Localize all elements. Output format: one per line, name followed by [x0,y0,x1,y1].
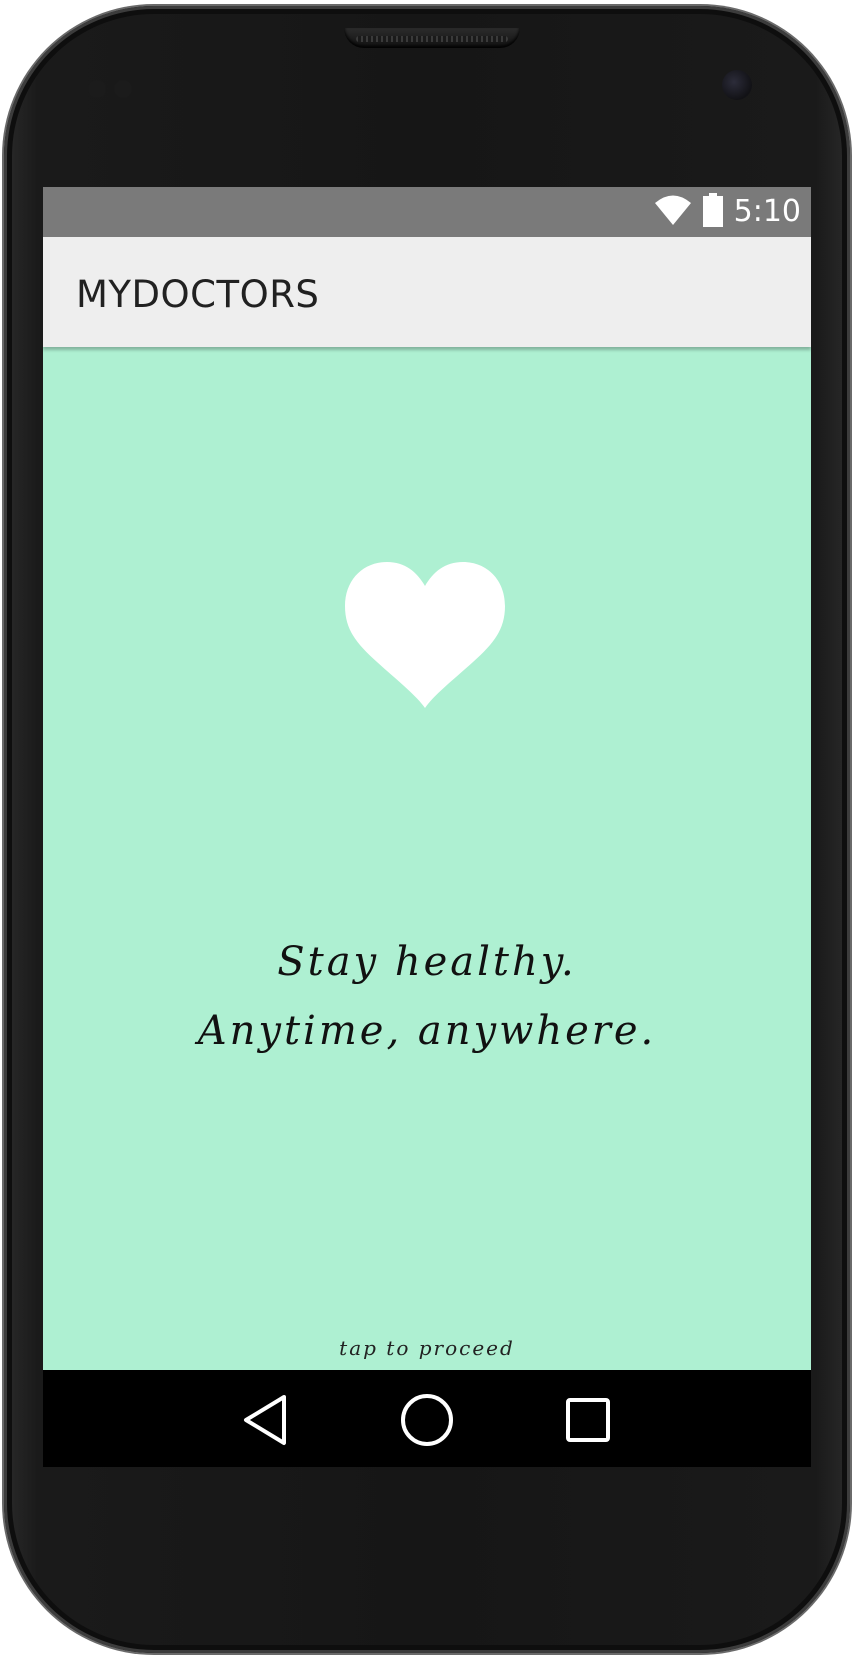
navigation-bar [43,1370,811,1467]
status-bar: 5:10 [43,187,811,237]
device-screen: 5:10 MYDOCTORS Stay healthy. Anytime, an… [43,187,811,1467]
status-time: 5:10 [733,194,801,229]
wifi-icon [654,194,692,231]
app-bar: MYDOCTORS [43,237,811,347]
heart-icon [345,562,505,713]
battery-icon [702,192,724,232]
light-sensor [114,80,132,98]
back-icon[interactable] [235,1390,295,1450]
splash-content[interactable]: Stay healthy. Anytime, anywhere. tap to … [43,347,811,1370]
front-camera [722,70,752,100]
tap-to-proceed-hint[interactable]: tap to proceed [43,1336,811,1360]
phone-frame: 5:10 MYDOCTORS Stay healthy. Anytime, an… [0,0,856,1659]
app-title: MYDOCTORS [76,273,320,316]
home-icon[interactable] [397,1390,457,1450]
proximity-sensor [88,80,106,98]
tagline-line-1: Stay healthy. [277,939,577,985]
tagline-line-2: Anytime, anywhere. [197,1008,657,1054]
recents-icon[interactable] [558,1390,618,1450]
earpiece-speaker [344,28,520,48]
